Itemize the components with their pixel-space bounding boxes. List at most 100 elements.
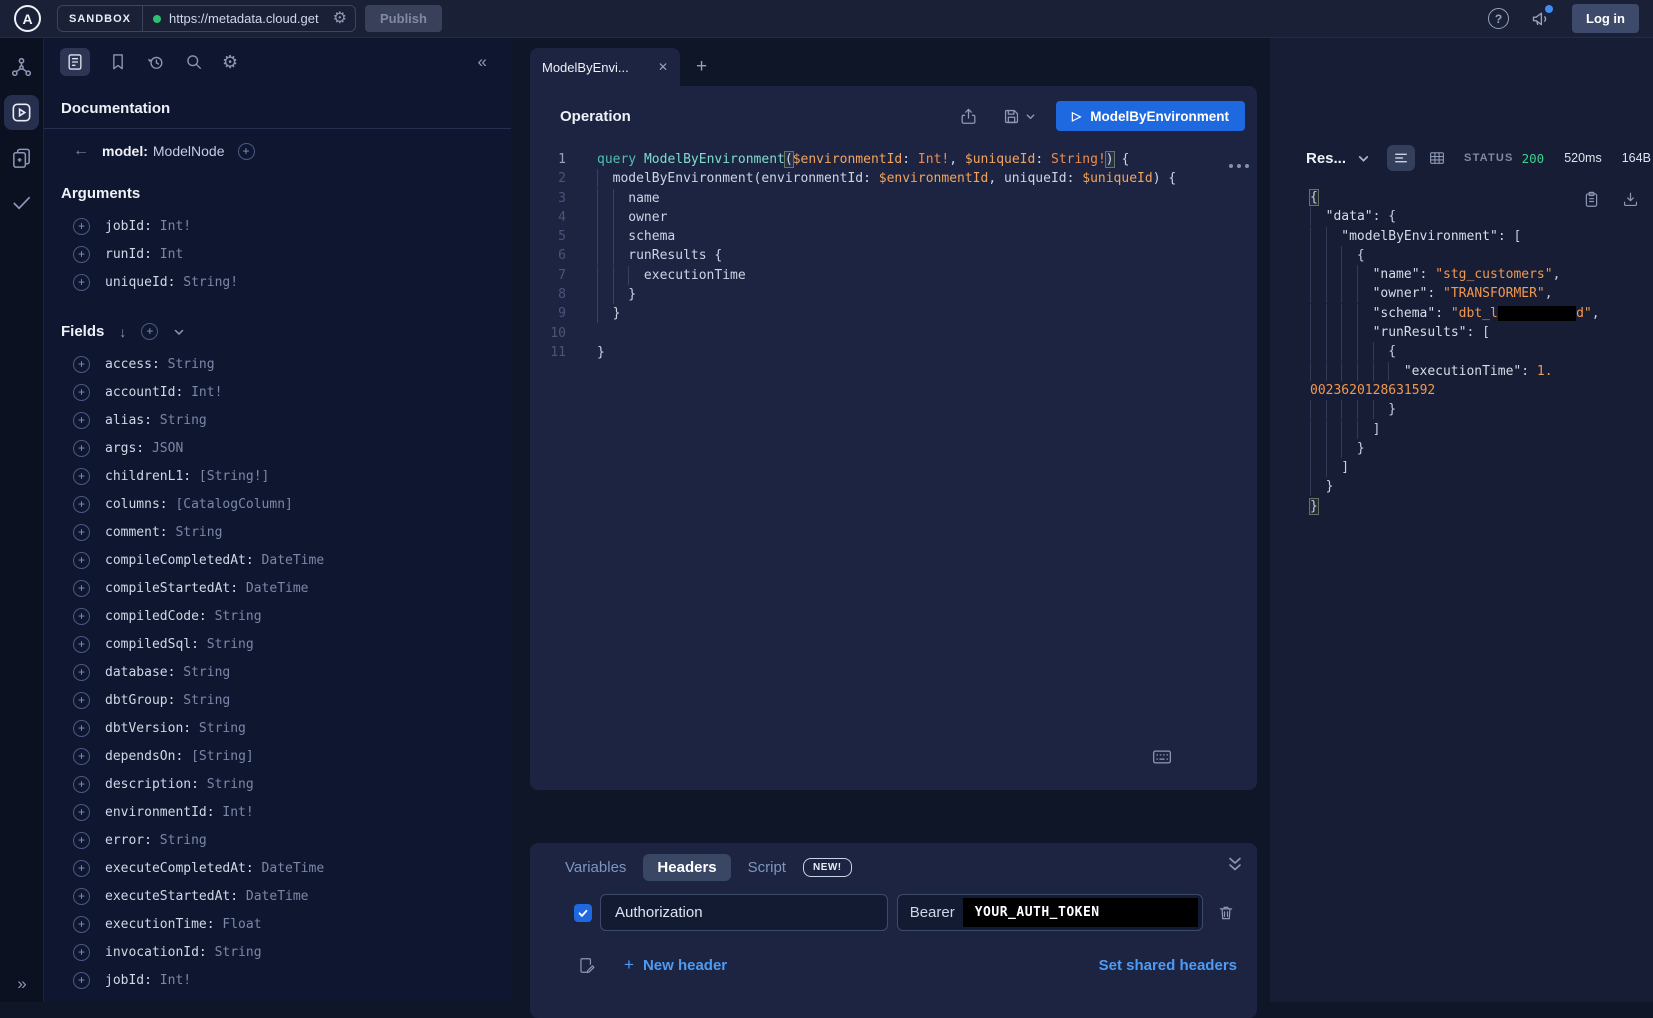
add-to-query-button[interactable]: + — [73, 412, 90, 429]
endpoint-settings-gear-icon[interactable]: ⚙ — [333, 11, 347, 27]
add-to-query-button[interactable]: + — [73, 832, 90, 849]
auth-token-value[interactable]: YOUR_AUTH_TOKEN — [963, 898, 1198, 927]
field-name[interactable]: accountId: — [105, 385, 183, 400]
back-arrow-icon[interactable]: ← — [73, 142, 89, 160]
field-type[interactable]: String — [168, 525, 223, 540]
collapse-fields-chevron-icon[interactable] — [173, 326, 185, 338]
header-enabled-checkbox[interactable] — [574, 904, 592, 922]
share-operation-icon[interactable] — [959, 107, 978, 126]
field-type[interactable]: String — [175, 693, 230, 708]
field-name[interactable]: executeCompletedAt: — [105, 861, 254, 876]
field-type[interactable]: Int! — [215, 805, 254, 820]
field-type[interactable]: String — [175, 665, 230, 680]
table-view-icon[interactable] — [1428, 149, 1446, 167]
field-name[interactable]: description: — [105, 777, 199, 792]
field-name[interactable]: access: — [105, 357, 160, 372]
field-type[interactable]: [String!] — [191, 469, 269, 484]
login-button[interactable]: Log in — [1572, 4, 1639, 33]
bookmark-icon[interactable] — [108, 52, 128, 72]
tab-modelbyenvironment[interactable]: ModelByEnvi... ✕ — [530, 48, 680, 86]
sidebar-settings-gear-icon[interactable]: ⚙ — [222, 53, 238, 71]
field-name[interactable]: compileCompletedAt: — [105, 553, 254, 568]
field-name[interactable]: dbtGroup: — [105, 693, 175, 708]
collapse-sidebar-icon[interactable]: « — [478, 52, 487, 72]
add-to-query-button[interactable]: + — [73, 524, 90, 541]
field-type[interactable]: String — [207, 609, 262, 624]
announcements-megaphone-icon[interactable] — [1530, 8, 1551, 29]
field-type[interactable]: DateTime — [238, 889, 308, 904]
field-type[interactable]: Int! — [183, 385, 222, 400]
schema-nav-icon[interactable] — [10, 56, 33, 79]
sort-fields-icon[interactable]: ↓ — [119, 324, 126, 340]
add-to-query-button[interactable]: + — [73, 218, 90, 235]
add-to-query-button[interactable]: + — [73, 860, 90, 877]
add-to-query-button[interactable]: + — [73, 916, 90, 933]
field-name[interactable]: runId: — [105, 247, 152, 262]
publish-button[interactable]: Publish — [365, 5, 442, 32]
raw-view-icon[interactable] — [1387, 145, 1415, 171]
header-value-input[interactable]: Bearer YOUR_AUTH_TOKEN — [897, 894, 1203, 931]
checklist-nav-icon[interactable] — [10, 191, 33, 214]
tab-variables[interactable]: Variables — [565, 854, 626, 881]
field-type[interactable]: DateTime — [238, 581, 308, 596]
field-type[interactable]: DateTime — [254, 553, 324, 568]
add-to-query-button[interactable]: + — [73, 804, 90, 821]
new-tab-button[interactable]: + — [696, 56, 707, 78]
field-name[interactable]: compiledSql: — [105, 637, 199, 652]
add-to-query-button[interactable]: + — [73, 664, 90, 681]
add-to-query-button[interactable]: + — [73, 274, 90, 291]
query-editor[interactable]: 1query ModelByEnvironment($environmentId… — [530, 146, 1257, 362]
add-to-query-button[interactable]: + — [73, 636, 90, 653]
search-icon[interactable] — [184, 52, 204, 72]
help-icon[interactable]: ? — [1488, 8, 1509, 29]
collections-nav-icon[interactable] — [10, 146, 33, 169]
field-type[interactable]: [CatalogColumn] — [168, 497, 293, 512]
history-icon[interactable] — [146, 52, 166, 72]
add-to-query-button[interactable]: + — [73, 496, 90, 513]
add-to-query-button[interactable]: + — [73, 888, 90, 905]
field-type[interactable]: String — [199, 777, 254, 792]
field-type[interactable]: JSON — [144, 441, 183, 456]
field-type[interactable]: String — [191, 721, 246, 736]
field-name[interactable]: compileStartedAt: — [105, 581, 238, 596]
add-to-query-button[interactable]: + — [73, 580, 90, 597]
response-dropdown-chevron-icon[interactable] — [1357, 152, 1370, 165]
field-name[interactable]: alias: — [105, 413, 152, 428]
endpoint-url-box[interactable]: https://metadata.cloud.get ⚙ — [143, 6, 355, 31]
field-type[interactable]: String — [199, 637, 254, 652]
add-to-query-button[interactable]: + — [73, 720, 90, 737]
field-name[interactable]: dependsOn: — [105, 749, 183, 764]
field-name[interactable]: columns: — [105, 497, 168, 512]
save-operation-icon[interactable] — [1002, 107, 1036, 126]
response-title[interactable]: Res... — [1306, 150, 1346, 167]
editor-menu-icon[interactable] — [1229, 164, 1249, 168]
explorer-nav-icon[interactable] — [4, 95, 39, 130]
expand-rail-icon[interactable]: » — [0, 974, 44, 994]
field-name[interactable]: compiledCode: — [105, 609, 207, 624]
field-type[interactable]: Int — [152, 247, 183, 262]
field-name[interactable]: jobId: — [105, 219, 152, 234]
endpoint-url-input[interactable]: https://metadata.cloud.get — [169, 11, 325, 26]
add-to-query-button[interactable]: + — [73, 972, 90, 989]
documentation-tab-icon[interactable] — [60, 48, 90, 76]
header-key-input[interactable]: Authorization — [600, 894, 888, 931]
field-type[interactable]: [String] — [183, 749, 253, 764]
field-type[interactable]: String — [207, 945, 262, 960]
add-to-query-button[interactable]: + — [73, 608, 90, 625]
new-header-button[interactable]: + New header — [624, 955, 727, 975]
add-to-query-button[interactable]: + — [73, 748, 90, 765]
add-to-query-button[interactable]: + — [73, 468, 90, 485]
add-to-query-button[interactable]: + — [73, 384, 90, 401]
add-to-query-button[interactable]: + — [73, 552, 90, 569]
tab-script[interactable]: Script — [748, 854, 786, 881]
field-name[interactable]: args: — [105, 441, 144, 456]
field-name[interactable]: executeStartedAt: — [105, 889, 238, 904]
field-type[interactable]: String! — [175, 275, 238, 290]
field-name[interactable]: executionTime: — [105, 917, 215, 932]
field-type[interactable]: DateTime — [254, 861, 324, 876]
field-name[interactable]: error: — [105, 833, 152, 848]
field-type[interactable]: String — [152, 413, 207, 428]
run-operation-button[interactable]: ▷ ModelByEnvironment — [1056, 101, 1245, 131]
field-type[interactable]: Float — [215, 917, 262, 932]
tab-headers[interactable]: Headers — [643, 854, 730, 881]
